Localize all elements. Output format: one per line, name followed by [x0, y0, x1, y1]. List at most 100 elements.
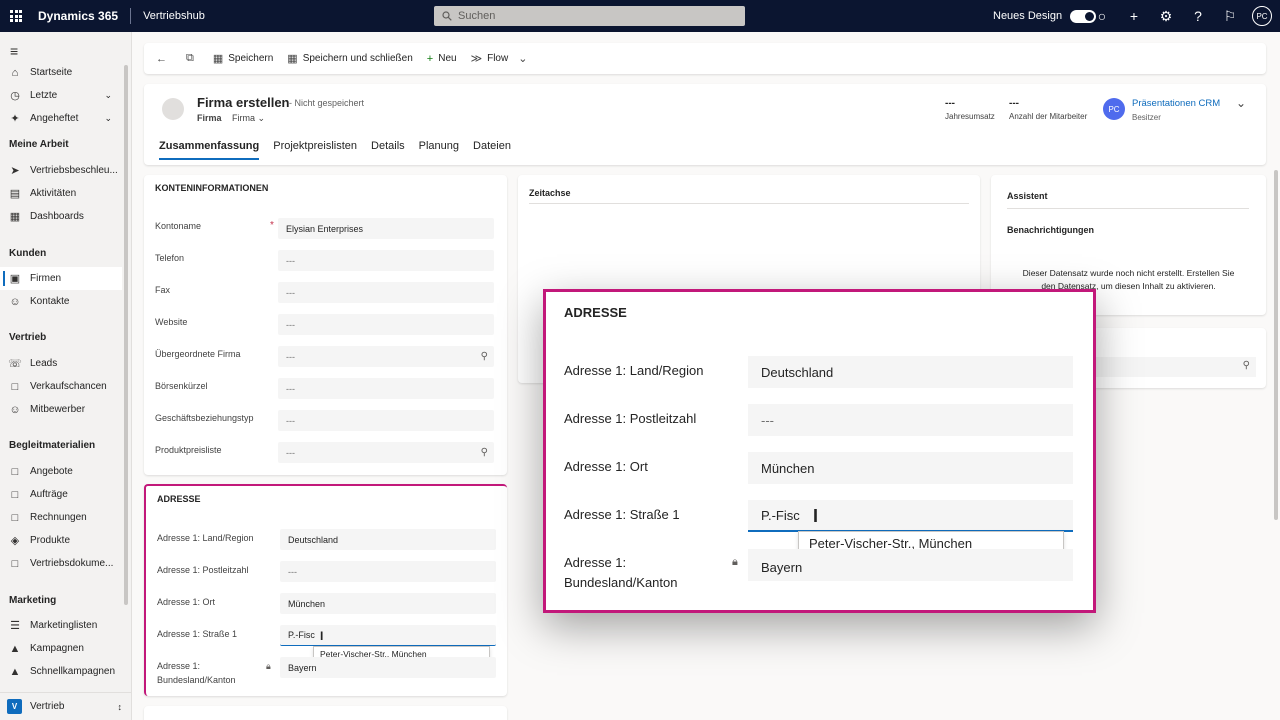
- parent-account-input[interactable]: --- ⚲: [278, 346, 494, 367]
- state-value: Bayern: [761, 559, 803, 575]
- revenue-value: ---: [945, 98, 955, 109]
- postal-code-input[interactable]: ---: [280, 561, 496, 582]
- sidebar-item-competitors[interactable]: ☺ Mitbewerber: [0, 398, 122, 421]
- chevron-down-icon[interactable]: ⌄: [104, 113, 112, 124]
- lightbulb-icon[interactable]: ○: [1086, 8, 1118, 24]
- street-input[interactable]: P.-Fisc: [280, 625, 496, 646]
- sidebar-item-contacts[interactable]: ☺ Kontakte: [0, 290, 122, 313]
- country-input[interactable]: Deutschland: [280, 529, 496, 550]
- form-selector[interactable]: Firma: [232, 113, 255, 123]
- app-launcher-icon[interactable]: [10, 10, 22, 22]
- hamburger-icon[interactable]: ≡: [10, 43, 18, 59]
- employees-label: Anzahl der Mitarbeiter: [1009, 112, 1088, 121]
- user-avatar[interactable]: PC: [1252, 6, 1272, 26]
- new-button[interactable]: + Neu: [427, 53, 457, 65]
- new-design-toggle[interactable]: Neues Design: [993, 0, 1097, 32]
- sidebar-item-leads[interactable]: ☏ Leads: [0, 352, 122, 375]
- feedback-icon[interactable]: ⚐: [1214, 8, 1246, 25]
- chevron-down-icon[interactable]: ⌄: [518, 52, 527, 65]
- chevron-down-icon[interactable]: ⌄: [1236, 96, 1246, 110]
- chevron-updown-icon: ↕: [117, 701, 123, 712]
- back-button[interactable]: ←: [156, 53, 172, 65]
- sidebar-item-sales-docs[interactable]: □ Vertriebsdokume...: [0, 552, 122, 575]
- owner-field[interactable]: PC Präsentationen CRM Besitzer: [1103, 98, 1220, 122]
- sidebar-item-marketing-lists[interactable]: ☰ Marketinglisten: [0, 614, 122, 637]
- sidebar-item-home[interactable]: ⌂ Startseite: [0, 61, 122, 84]
- main-scrollbar[interactable]: [1274, 170, 1278, 520]
- search-input[interactable]: Suchen: [434, 6, 745, 26]
- plus-icon[interactable]: +: [1118, 8, 1150, 24]
- sidebar-item-products[interactable]: ◈ Produkte: [0, 529, 122, 552]
- price-list-input[interactable]: --- ⚲: [278, 442, 494, 463]
- parent-account-value: ---: [286, 351, 295, 362]
- search-icon[interactable]: ⚲: [481, 351, 488, 362]
- save-icon: ▦: [212, 53, 224, 65]
- lock-icon: 🔒︎: [266, 661, 271, 671]
- country-input-zoom[interactable]: Deutschland: [748, 356, 1073, 388]
- sidebar-item-campaigns[interactable]: ▲ Kampagnen: [0, 637, 122, 660]
- sidebar-item-dashboards[interactable]: ▦ Dashboards: [0, 205, 122, 228]
- command-bar: ← ⧉ ▦ Speichern ▦ Speichern und schließe…: [144, 43, 1266, 74]
- ticker-input[interactable]: ---: [278, 378, 494, 399]
- sidebar-scrollbar[interactable]: [124, 65, 128, 605]
- sidebar-item-sales-accelerator[interactable]: ➤ Vertriebsbeschleu...: [0, 159, 122, 182]
- sidebar-item-quotes[interactable]: □ Angebote: [0, 460, 122, 483]
- divider: [130, 8, 132, 24]
- search-icon[interactable]: ⚲: [481, 447, 488, 458]
- field-label-line: Bundesland/Kanton: [564, 575, 678, 590]
- sidebar-item-label: Firmen: [30, 273, 62, 284]
- phone-input[interactable]: ---: [278, 250, 494, 271]
- postal-code-input-zoom[interactable]: ---: [748, 404, 1073, 436]
- tab-details[interactable]: Details: [371, 140, 405, 160]
- website-input[interactable]: ---: [278, 314, 494, 335]
- city-input[interactable]: München: [280, 593, 496, 614]
- search-icon[interactable]: ⚲: [1243, 360, 1250, 371]
- open-new-window-button[interactable]: ⧉: [186, 52, 199, 65]
- chevron-down-icon[interactable]: ⌄: [104, 90, 112, 101]
- save-close-button[interactable]: ▦ Speichern und schließen: [287, 52, 412, 65]
- sidebar-item-label: Vertriebsbeschleu...: [30, 165, 118, 176]
- app-brand[interactable]: Dynamics 365: [38, 9, 118, 23]
- chevron-down-icon[interactable]: ⌄: [258, 113, 266, 123]
- owner-avatar: PC: [1103, 98, 1125, 120]
- tab-summary[interactable]: Zusammenfassung: [159, 140, 260, 160]
- sidebar-item-orders[interactable]: □ Aufträge: [0, 483, 122, 506]
- flow-label: Flow: [487, 53, 509, 64]
- section-title: Assistent: [1007, 191, 1048, 201]
- field-label-line: Bundesland/Kanton: [157, 675, 236, 685]
- tab-project-price-lists[interactable]: Projektpreislisten: [273, 140, 357, 160]
- city-input-zoom[interactable]: München: [748, 452, 1073, 484]
- sidebar-item-pinned[interactable]: ✦ Angeheftet ⌄: [0, 107, 122, 130]
- state-input[interactable]: Bayern: [280, 657, 496, 678]
- tab-files[interactable]: Dateien: [473, 140, 511, 160]
- owner-role: Besitzer: [1132, 113, 1161, 122]
- street-input-zoom[interactable]: P.-Fisc: [748, 500, 1073, 532]
- flow-button[interactable]: ≫ Flow ⌄: [471, 52, 533, 65]
- sidebar-item-label: Aufträge: [30, 489, 68, 500]
- owner-name[interactable]: Präsentationen CRM: [1132, 98, 1220, 109]
- sidebar-item-invoices[interactable]: □ Rechnungen: [0, 506, 122, 529]
- sidebar-item-label: Rechnungen: [30, 512, 87, 523]
- sidebar-item-label: Dashboards: [30, 211, 84, 222]
- sidebar-item-recent[interactable]: ◷ Letzte ⌄: [0, 84, 122, 107]
- state-input-zoom[interactable]: Bayern: [748, 549, 1073, 581]
- save-button[interactable]: ▦ Speichern: [213, 52, 273, 65]
- phone-icon: ☏: [8, 358, 22, 370]
- help-icon[interactable]: ?: [1182, 8, 1214, 24]
- area-switcher[interactable]: V Vertrieb ↕: [0, 692, 132, 720]
- sidebar-item-activities[interactable]: ▤ Aktivitäten: [0, 182, 122, 205]
- field-label: Adresse 1: Straße 1: [564, 507, 680, 522]
- account-name-input[interactable]: Elysian Enterprises: [278, 218, 494, 239]
- header-field-employees: --- Anzahl der Mitarbeiter: [1009, 98, 1087, 121]
- tab-planning[interactable]: Planung: [419, 140, 459, 160]
- lookup-input[interactable]: ⚲: [1091, 357, 1256, 377]
- field-label: Adresse 1: Postleitzahl: [564, 411, 697, 426]
- fax-input[interactable]: ---: [278, 282, 494, 303]
- sidebar-item-accounts[interactable]: ▣ Firmen: [0, 267, 122, 290]
- app-name[interactable]: Vertriebshub: [143, 10, 205, 22]
- sidebar-item-label: Mitbewerber: [30, 404, 86, 415]
- gear-icon[interactable]: ⚙: [1150, 8, 1182, 25]
- sidebar-item-opportunities[interactable]: □ Verkaufschancen: [0, 375, 122, 398]
- relationship-type-select[interactable]: ---: [278, 410, 494, 431]
- sidebar-item-quick-campaigns[interactable]: ▲ Schnellkampagnen: [0, 660, 122, 683]
